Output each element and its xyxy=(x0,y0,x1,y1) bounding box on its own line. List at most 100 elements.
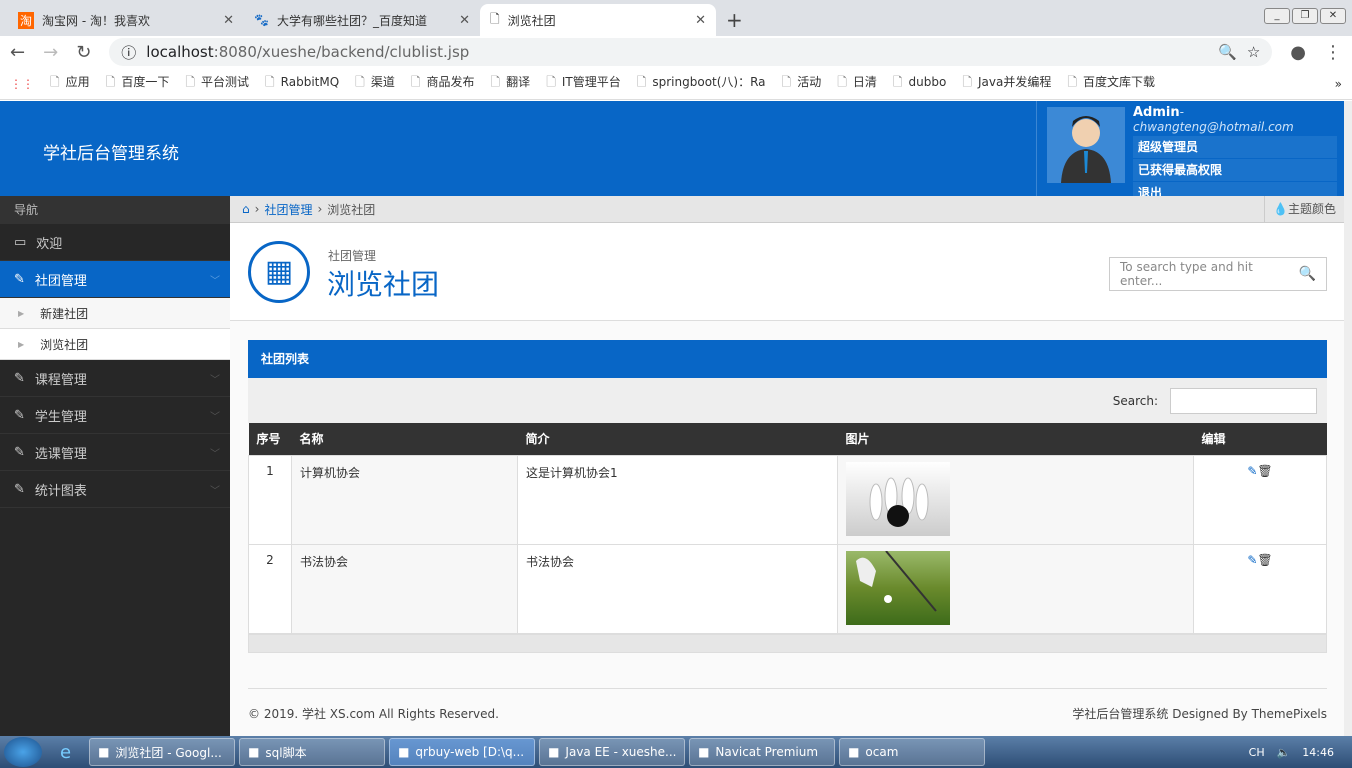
page-title: 浏览社团 xyxy=(327,268,440,301)
star-icon[interactable]: ☆ xyxy=(1247,43,1260,61)
browser-tab[interactable]: 🐾 大学有哪些社团？_百度知道 ✕ xyxy=(244,4,480,36)
bookmark-icon: 🗋 xyxy=(185,75,195,89)
bookmark[interactable]: 🗋 Java并发编程 xyxy=(962,73,1051,94)
taskbar-item[interactable]: ■ sql脚本 xyxy=(239,738,386,766)
trash-icon[interactable]: 🗑 xyxy=(1257,553,1272,567)
new-tab-button[interactable]: + xyxy=(716,8,753,36)
sidebar-item-course[interactable]: ✎ 课程管理 ﹀ xyxy=(0,360,230,397)
scrollbar[interactable] xyxy=(1344,101,1352,736)
column-header[interactable]: 序号 xyxy=(248,423,292,455)
column-header[interactable]: 简介 xyxy=(517,423,838,455)
sidebar-item-charts[interactable]: ✎ 统计图表 ﹀ xyxy=(0,471,230,508)
taskbar-item[interactable]: ■ ocam xyxy=(839,738,986,766)
bookmark[interactable]: 🗋 IT管理平台 xyxy=(546,73,621,94)
bookmark[interactable]: 🗋 RabbitMQ xyxy=(265,73,339,94)
bookmark-icon: 🗋 xyxy=(546,75,556,89)
search-input[interactable]: To search type and hit enter... 🔍 xyxy=(1109,257,1327,291)
browser-tab[interactable]: 淘淘宝网 - 淘！我喜欢 ✕ xyxy=(8,4,244,36)
back-icon[interactable]: ← xyxy=(10,42,25,63)
profile-icon[interactable]: ● xyxy=(1290,42,1306,63)
app-icon: ■ xyxy=(848,745,860,759)
edit-icon[interactable]: ✎ xyxy=(1247,464,1257,478)
theme-color-button[interactable]: 💧主题颜色 xyxy=(1264,195,1344,223)
app-logo[interactable]: 学社后台管理系统 xyxy=(43,139,179,164)
caret-right-icon: ▶ xyxy=(18,308,25,318)
browser-tab-active[interactable]: 🗋 浏览社团 ✕ xyxy=(480,4,716,36)
sidebar-item-club[interactable]: ✎ 社团管理 ﹀ xyxy=(0,261,230,298)
page-subtitle: 社团管理 xyxy=(328,249,377,263)
bookmark-icon: 🗋 xyxy=(636,75,647,89)
sidebar-item-selection[interactable]: ✎ 选课管理 ﹀ xyxy=(0,434,230,471)
url-path: :8080/xueshe/backend/clublist.jsp xyxy=(213,43,470,61)
column-header[interactable]: 名称 xyxy=(291,423,518,455)
bookmark-label: 平台测试 xyxy=(201,75,250,89)
user-panel: Admin- chwangteng@hotmail.com 超级管理员 已获得最… xyxy=(1036,101,1342,204)
bookmark[interactable]: 🗋 百度一下 xyxy=(106,73,170,94)
table-search-input[interactable] xyxy=(1170,387,1317,414)
page-header: ▦ 社团管理 浏览社团 To search type and hit enter… xyxy=(230,223,1344,321)
user-role[interactable]: 超级管理员 xyxy=(1133,136,1337,158)
sidebar-item-welcome[interactable]: ▭ 欢迎 xyxy=(0,224,230,261)
menu-icon[interactable]: ⋮ xyxy=(1324,42,1342,63)
search-icon[interactable]: 🔍 xyxy=(1299,266,1316,282)
start-button[interactable] xyxy=(4,737,42,767)
sidebar-item-label: 欢迎 xyxy=(36,236,63,252)
main-content: ⌂ › 社团管理 › 浏览社团 💧主题颜色 ▦ 社团管理 浏览社团 To searc… xyxy=(230,195,1344,736)
sidebar: 导航 ▭ 欢迎 ✎ 社团管理 ﹀ ▶ 新建社团 ▶ 浏览社团 ✎ 课程管理 ﹀ ✎ 学生管理 ﹀ … xyxy=(0,196,230,736)
edit-icon[interactable]: ✎ xyxy=(1247,553,1257,567)
more-bookmarks-icon[interactable]: » xyxy=(1335,77,1342,91)
bookmark-label: 商品发布 xyxy=(426,75,475,89)
breadcrumb-parent[interactable]: 社团管理 xyxy=(264,201,312,218)
bookmark[interactable]: 🗋 springboot(八)：Ra xyxy=(637,73,766,94)
minimize-button[interactable]: _ xyxy=(1264,8,1290,24)
maximize-button[interactable]: ❐ xyxy=(1292,8,1318,24)
language-indicator[interactable]: CH xyxy=(1249,746,1265,759)
bookmark[interactable]: 🗋 平台测试 xyxy=(185,73,249,94)
close-window-button[interactable]: ✕ xyxy=(1320,8,1346,24)
bookmark-label: IT管理平台 xyxy=(561,75,621,89)
copyright: © 2019. 学社 XS.com All Rights Reserved. xyxy=(248,707,499,721)
clock[interactable]: 14:46 xyxy=(1302,746,1334,759)
bookmark-label: 渠道 xyxy=(370,75,395,89)
forward-icon[interactable]: → xyxy=(43,42,58,63)
app-icon: ■ xyxy=(698,745,710,759)
ie-icon[interactable]: e xyxy=(46,742,85,763)
url-input[interactable]: ⓘ localhost:8080/xueshe/backend/clublist.… xyxy=(109,38,1273,66)
trash-icon[interactable]: 🗑 xyxy=(1257,464,1272,478)
apps-icon[interactable]: ⋮⋮ xyxy=(10,77,34,91)
sidebar-subitem-new-club[interactable]: ▶ 新建社团 xyxy=(0,298,230,329)
close-icon[interactable]: ✕ xyxy=(223,13,234,28)
user-permission[interactable]: 已获得最高权限 xyxy=(1133,159,1337,181)
bookmark-icon: 🗋 xyxy=(490,75,501,89)
home-icon[interactable]: ⌂ xyxy=(242,202,250,216)
cell-edit: ✎🗑 xyxy=(1193,454,1327,545)
bookmark[interactable]: 🗋 dubbo xyxy=(893,73,946,94)
bookmark[interactable]: 🗋 翻译 xyxy=(491,73,531,94)
chevron-down-icon: ﹀ xyxy=(210,485,220,497)
bookmark[interactable]: 🗋 日清 xyxy=(837,73,877,94)
bookmark[interactable]: 🗋 商品发布 xyxy=(411,73,475,94)
taskbar-item[interactable]: ■ qrbuy-web [D:\q... xyxy=(389,738,536,766)
app-icon: ■ xyxy=(248,745,260,759)
bookmark[interactable]: 🗋 活动 xyxy=(782,73,822,94)
taskbar-item[interactable]: ■ Navicat Premium xyxy=(689,738,836,766)
app-icon: ■ xyxy=(398,745,410,759)
close-icon[interactable]: ✕ xyxy=(695,13,706,28)
volume-icon[interactable]: 🔈 xyxy=(1277,746,1291,759)
taskbar-item[interactable]: ■ 浏览社团 - Googl... xyxy=(89,738,236,766)
bookmark[interactable]: 🗋 应用 xyxy=(50,73,90,94)
pencil-icon: ✎ xyxy=(14,444,25,460)
column-header[interactable]: 图片 xyxy=(837,423,1194,455)
taskbar-item[interactable]: ■ Java EE - xueshe... xyxy=(539,738,686,766)
bookmark[interactable]: 🗋 渠道 xyxy=(355,73,395,94)
reload-icon[interactable]: ↻ xyxy=(76,42,91,63)
close-icon[interactable]: ✕ xyxy=(459,13,470,28)
sidebar-subitem-browse-club[interactable]: ▶ 浏览社团 xyxy=(0,329,230,360)
bookmark[interactable]: 🗋 百度文库下载 xyxy=(1067,73,1155,94)
sidebar-item-student[interactable]: ✎ 学生管理 ﹀ xyxy=(0,397,230,434)
zoom-icon[interactable]: 🔍 xyxy=(1218,43,1237,61)
club-list-panel: 社团列表 Search: 序号 名称 简介 图片 编辑 1 计算机协会 这是计算… xyxy=(248,340,1327,653)
column-header[interactable]: 编辑 xyxy=(1193,423,1327,455)
taskbar-label: Java EE - xueshe... xyxy=(565,745,677,759)
bookmark-icon: 🗋 xyxy=(892,75,903,89)
